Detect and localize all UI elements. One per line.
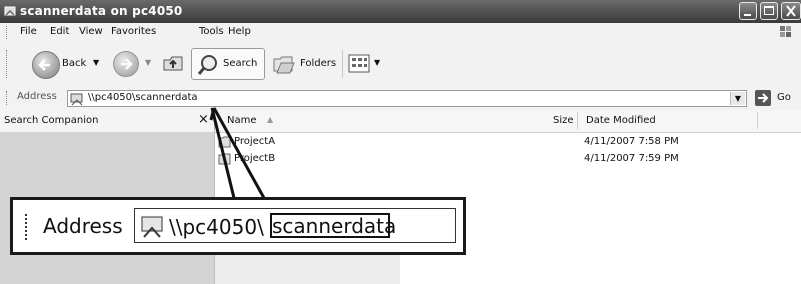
callout-address-field: \\pc4050\ scannerdata [134, 208, 456, 243]
callout-address-label: Address [43, 214, 123, 238]
callout-path-highlight: scannerdata [270, 213, 396, 238]
callout-highlight-text: scannerdata [272, 214, 397, 238]
network-folder-icon [141, 216, 163, 238]
callout-path-prefix: \\pc4050\ [169, 215, 264, 239]
callout-grip [25, 214, 30, 240]
magnified-address-callout: Address \\pc4050\ scannerdata [10, 197, 466, 255]
